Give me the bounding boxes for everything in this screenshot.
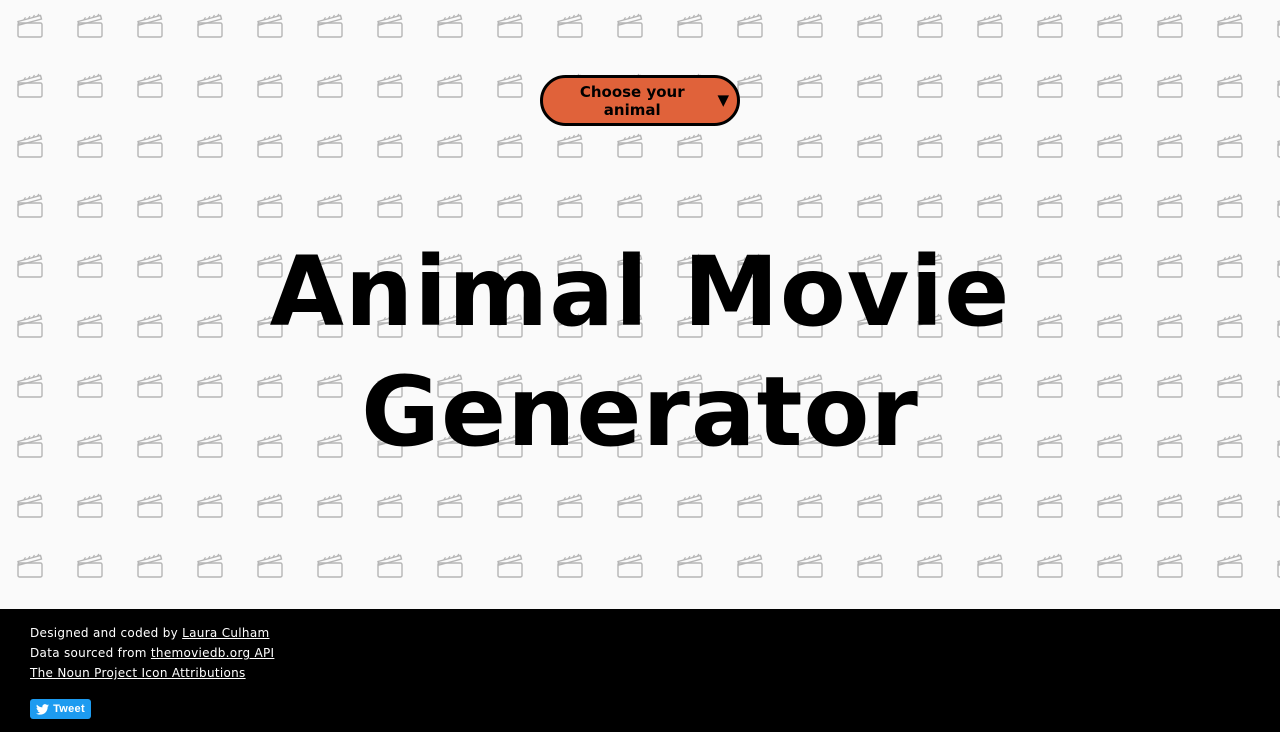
credit-line: Designed and coded by Laura Culham: [30, 623, 274, 643]
twitter-bird-icon: [36, 703, 50, 715]
site-footer: Designed and coded by Laura Culham Data …: [0, 609, 1280, 732]
hero-section: Choose your animal ▼ Animal Movie Genera…: [0, 0, 1280, 609]
choose-animal-dropdown[interactable]: Choose your animal ▼: [540, 75, 740, 126]
data-source-line: Data sourced from themoviedb.org API: [30, 643, 274, 663]
credit-prefix: Designed and coded by: [30, 626, 179, 640]
page-title-line-1: Animal Movie: [269, 236, 1011, 348]
page-title-line-2: Generator: [361, 356, 919, 468]
tmdb-api-link[interactable]: themoviedb.org API: [151, 646, 274, 660]
choose-animal-label: Choose your animal: [579, 82, 685, 119]
author-link[interactable]: Laura Culham: [182, 626, 269, 640]
page-title: Animal Movie Generator: [0, 232, 1280, 472]
attributions-line: The Noun Project Icon Attributions: [30, 663, 274, 683]
footer-credits: Designed and coded by Laura Culham Data …: [30, 623, 274, 683]
tweet-button[interactable]: Tweet: [30, 699, 91, 719]
data-source-prefix: Data sourced from: [30, 646, 147, 660]
dropdown-caret-icon: ▼: [717, 91, 729, 109]
icon-attributions-link[interactable]: The Noun Project Icon Attributions: [30, 666, 246, 680]
tweet-label: Tweet: [53, 703, 85, 715]
